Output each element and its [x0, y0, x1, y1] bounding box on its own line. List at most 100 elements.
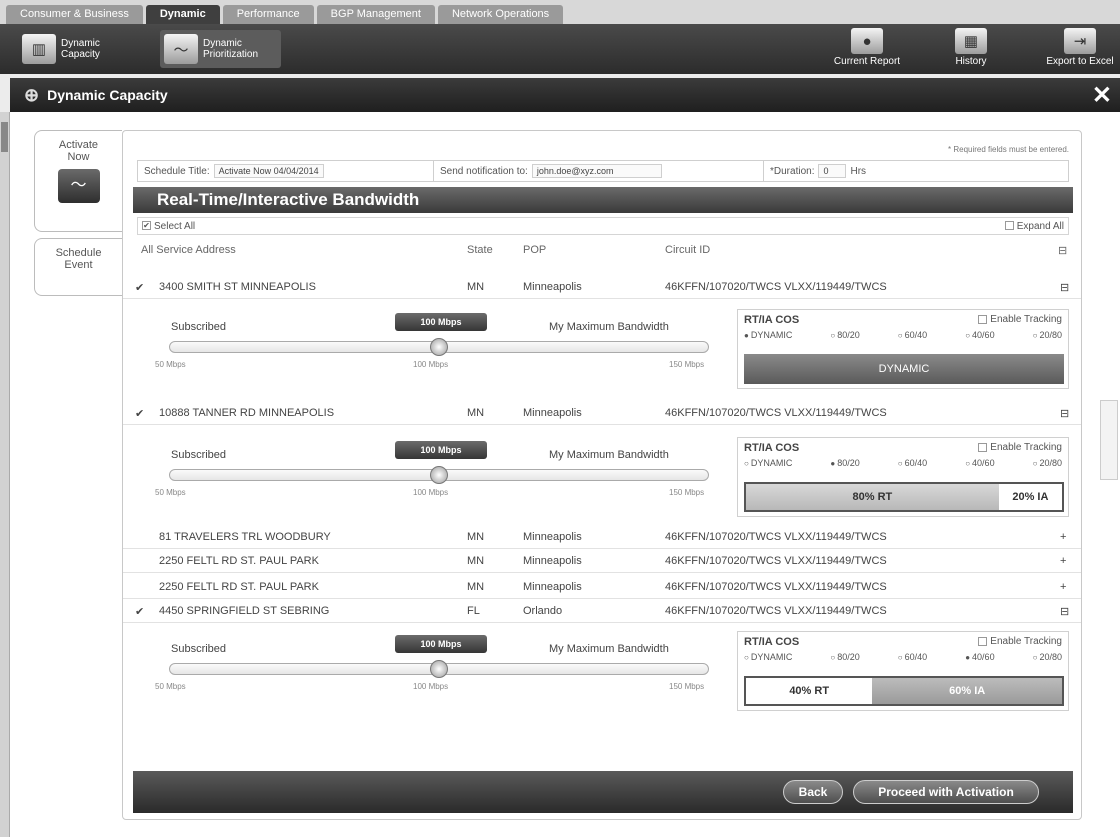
schedule-title-label: Schedule Title: [144, 165, 210, 177]
radio-empty-icon: ○ [897, 331, 903, 340]
slider-mid-label: 100 Mbps [413, 360, 449, 369]
table-row[interactable]: 81 TRAVELERS TRL WOODBURY MN Minneapolis… [123, 527, 1081, 549]
cos-option-label: 20/80 [1039, 330, 1062, 340]
table-row[interactable]: 2250 FELTL RD ST. PAUL PARK MN Minneapol… [123, 551, 1081, 573]
side-tab-schedule-event[interactable]: Schedule Event [34, 238, 122, 296]
pop-cell: Orlando [523, 605, 563, 617]
subscribed-bandwidth-badge: 100 Mbps [395, 313, 487, 331]
radio-empty-icon: ○ [1032, 331, 1038, 340]
cos-option-radio[interactable]: ○ 60/40 [898, 330, 927, 346]
expand-icon[interactable]: + [1060, 581, 1066, 593]
cos-option-label: DYNAMIC [750, 652, 793, 662]
cos-options: ○ DYNAMIC ● 80/20 ○ 60/40 ○ 40/60 ○ 20/80 [744, 458, 1062, 474]
checkbox-icon [978, 442, 988, 452]
tab-performance[interactable]: Performance [222, 5, 314, 24]
cos-option-label: 80/20 [837, 652, 860, 662]
table-row[interactable]: ✔ 4450 SPRINGFIELD ST SEBRING FL Orlando… [123, 601, 1081, 623]
right-scroll-indicator[interactable] [1100, 400, 1118, 480]
expand-all-checkbox[interactable]: Expand All [1004, 221, 1064, 232]
tab-dynamic[interactable]: Dynamic [145, 5, 220, 24]
expand-icon[interactable]: + [1060, 531, 1066, 543]
slider-min-label: 50 Mbps [155, 488, 186, 497]
table-row[interactable]: ✔ 3400 SMITH ST MINNEAPOLIS MN Minneapol… [123, 277, 1081, 299]
subscribed-label: Subscribed [171, 643, 227, 655]
enable-tracking-checkbox[interactable]: Enable Tracking [978, 314, 1062, 325]
row-checkbox[interactable]: ✔ [135, 407, 144, 420]
history-button[interactable]: ▦ History [934, 28, 1008, 67]
dynamic-capacity-button[interactable]: ▥ Dynamic Capacity [22, 30, 111, 68]
tab-consumer-business[interactable]: Consumer & Business [6, 5, 143, 24]
tab-network-operations[interactable]: Network Operations [437, 5, 564, 24]
cos-option-radio[interactable]: ○ 40/60 [965, 330, 994, 346]
enable-tracking-checkbox[interactable]: Enable Tracking [978, 442, 1062, 453]
row-checkbox[interactable]: ✔ [135, 281, 144, 294]
cos-option-radio[interactable]: ○ 40/60 [965, 458, 994, 474]
cos-option-radio[interactable]: ○ 60/40 [898, 458, 927, 474]
bandwidth-detail: Subscribed 100 Mbps My Maximum Bandwidth… [149, 309, 1069, 389]
cos-option-radio[interactable]: ○ 80/20 [830, 330, 859, 346]
collapse-icon[interactable]: ⊟ [1060, 605, 1069, 618]
cos-option-label: 40/60 [972, 652, 995, 662]
table-row[interactable]: ✔ 10888 TANNER RD MINNEAPOLIS MN Minneap… [123, 403, 1081, 425]
cos-option-radio[interactable]: ● 80/20 [830, 458, 859, 474]
grid-icon: ▦ [955, 28, 987, 54]
current-report-button[interactable]: ● Current Report [830, 28, 904, 67]
slider-handle[interactable] [430, 660, 448, 678]
proceed-with-activation-button[interactable]: Proceed with Activation [853, 780, 1039, 804]
cos-option-radio[interactable]: ○ 60/40 [898, 652, 927, 668]
expand-icon[interactable]: + [1060, 555, 1066, 567]
collapse-icon[interactable]: ⊟ [1060, 281, 1069, 294]
cos-option-radio[interactable]: ○ DYNAMIC [744, 652, 792, 668]
column-address: All Service Address [141, 244, 236, 256]
checkbox-icon [1004, 221, 1014, 231]
subscribed-label: Subscribed [171, 449, 227, 461]
bandwidth-slider[interactable] [169, 466, 709, 484]
service-address: 2250 FELTL RD ST. PAUL PARK [159, 581, 319, 593]
slider-min-label: 50 Mbps [155, 360, 186, 369]
cos-option-radio[interactable]: ○ DYNAMIC [744, 458, 792, 474]
cos-option-radio[interactable]: ○ 20/80 [1033, 458, 1062, 474]
select-all-checkbox[interactable]: ✔ Select All [142, 221, 195, 232]
back-button[interactable]: Back [783, 780, 843, 804]
tab-bgp-management[interactable]: BGP Management [316, 5, 435, 24]
cos-option-radio[interactable]: ○ 20/80 [1033, 330, 1062, 346]
table-row[interactable]: 2250 FELTL RD ST. PAUL PARK MN Minneapol… [123, 577, 1081, 599]
cos-title: RT/IA COS [744, 442, 800, 454]
required-note: * Required fields must be entered. [948, 145, 1069, 154]
bandwidth-slider[interactable] [169, 660, 709, 678]
scroll-thumb[interactable] [1, 122, 8, 152]
cos-bar: DYNAMIC [744, 354, 1064, 384]
collapse-icon[interactable]: ⊟ [1060, 407, 1069, 420]
slider-handle[interactable] [430, 338, 448, 356]
cos-option-radio[interactable]: ● DYNAMIC [744, 330, 792, 346]
pop-cell: Minneapolis [523, 281, 582, 293]
row-checkbox[interactable]: ✔ [135, 605, 144, 618]
toolbar-label: Current Report [833, 56, 901, 67]
duration-field[interactable]: 0 [818, 164, 847, 178]
notification-email-field[interactable]: john.doe@xyz.com [531, 164, 662, 178]
cos-option-radio[interactable]: ● 40/60 [965, 652, 994, 668]
state-cell: MN [467, 581, 485, 593]
cos-panel: RT/IA COS Enable Tracking ● DYNAMIC ○ 80/20… [737, 309, 1069, 389]
slider-handle[interactable] [430, 466, 448, 484]
cos-bar: 40% RT 60% IA [744, 676, 1064, 706]
side-tab-activate-now[interactable]: Activate Now 〜 [34, 130, 122, 232]
schedule-title-group: Schedule Title: Activate Now 04/04/2014 [138, 161, 434, 181]
enable-tracking-checkbox[interactable]: Enable Tracking [978, 636, 1062, 647]
close-icon[interactable]: ✕ [1092, 81, 1112, 110]
enable-tracking-label: Enable Tracking [990, 636, 1062, 647]
radio-selected-icon: ● [965, 653, 971, 662]
cos-option-label: DYNAMIC [750, 330, 793, 340]
toolbar-label: History [955, 56, 987, 67]
checkbox-icon [978, 314, 988, 324]
export-to-excel-button[interactable]: ⇥ Export to Excel [1040, 28, 1120, 67]
dynamic-prioritization-button[interactable]: 〜 Dynamic Prioritization [160, 30, 281, 68]
schedule-title-field[interactable]: Activate Now 04/04/2014 [213, 164, 324, 178]
cos-option-radio[interactable]: ○ 80/20 [830, 652, 859, 668]
collapse-all-icon[interactable]: ⊟ [1058, 244, 1067, 257]
bandwidth-slider[interactable] [169, 338, 709, 356]
left-scrollbar[interactable] [0, 112, 10, 837]
circuit-id-cell: 46KFFN/107020/TWCS VLXX/119449/TWCS [665, 531, 887, 543]
cos-option-radio[interactable]: ○ 20/80 [1033, 652, 1062, 668]
column-circuit: Circuit ID [665, 244, 711, 256]
